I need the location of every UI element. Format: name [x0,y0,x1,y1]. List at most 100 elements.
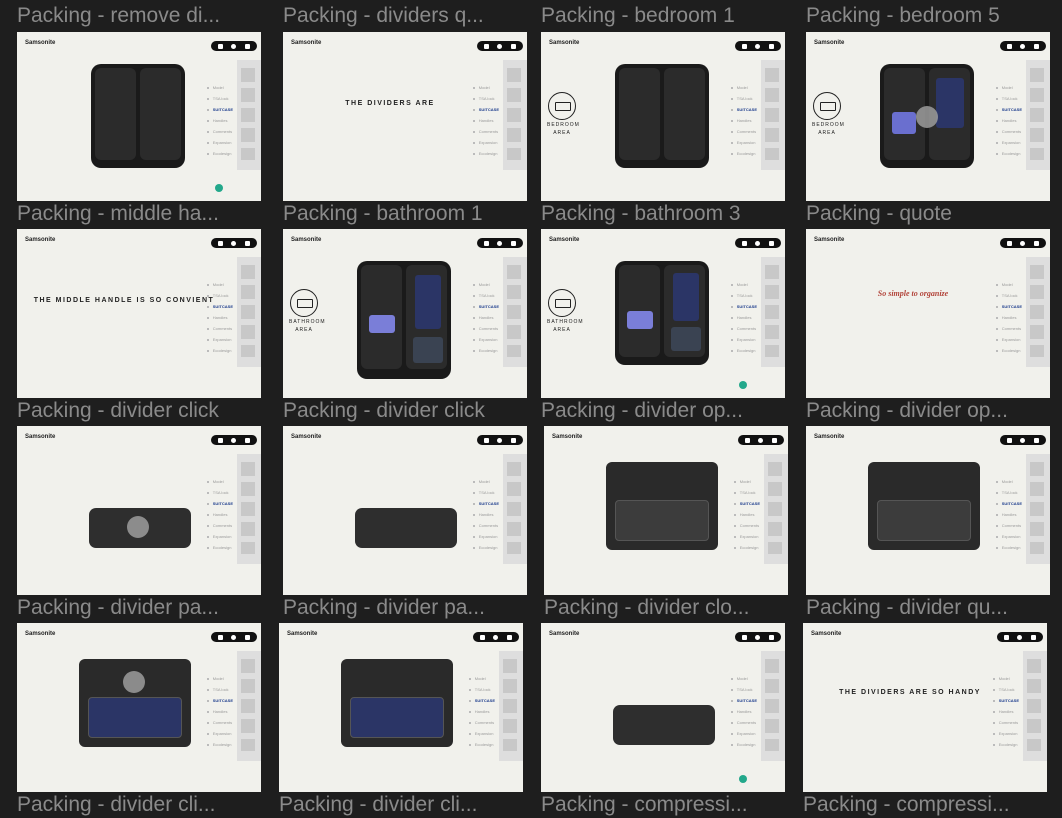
frame-thumbnail[interactable]: Samsonite Model TSA lock SUITCASE Handles Co… [541,229,785,398]
frame-card[interactable]: Samsonite Model TSA lock SUITCASE Handles Co… [279,623,523,816]
frame-label[interactable]: Packing - divider click [17,398,261,424]
nav-item: Model [734,476,760,487]
frame-card[interactable]: Samsonite Model TSA lock SUITCASE Handles Co… [17,426,261,622]
frame-card[interactable]: Samsonite Model TSA lock SUITCASE Handles Co… [17,623,261,816]
bag-icon [244,240,250,246]
side-nav: Model TSA lock SUITCASE Handles Comments Expa… [207,476,233,553]
bookmark-icon [484,43,490,49]
nav-item: Comments [996,323,1022,334]
divider-pouch [355,508,457,548]
frame-card[interactable]: Samsonite Model TSA lock SUITCASE Handles Co… [806,426,1050,622]
frame-label[interactable]: Packing - compressi... [541,792,785,818]
frame-thumbnail[interactable]: Samsonite Model TSA lock SUITCASE Handles Co… [541,32,785,201]
frame-card[interactable]: Samsonite Model TSA lock SUITCASE Handles Co… [806,32,1050,228]
nav-item: Comments [996,126,1022,137]
frame-thumbnail[interactable]: Samsonite Model TSA lock SUITCASE Handles Co… [283,426,527,595]
side-nav: Model TSA lock SUITCASE Handles Comments Expa… [473,279,499,356]
bag-icon [506,634,512,640]
frame-thumbnail[interactable]: Samsonite Model TSA lock SUITCASE Handles Co… [544,426,788,595]
frame-label[interactable]: Packing - divider cli... [279,792,523,818]
frame-thumbnail[interactable]: Samsonite Model TSA lock SUITCASE Handles Co… [283,229,527,398]
frame-thumbnail[interactable]: Samsonite Model TSA lock SUITCASE Handles Co… [17,623,261,792]
frame-label[interactable]: Packing - divider qu... [806,595,1050,621]
nav-item: Expansion [207,137,233,148]
nav-item: TSA lock [473,487,499,498]
gear-icon [493,634,499,640]
frame-label[interactable]: Packing - remove di... [17,3,261,29]
bookmark-icon [1007,437,1013,443]
frame-label[interactable]: Packing - divider cli... [17,792,261,818]
brand-logo: Samsonite [552,434,583,440]
bag-icon [771,437,777,443]
frame-label[interactable]: Packing - bathroom 1 [283,201,527,227]
area-label: AREA [553,327,571,333]
frame-thumbnail[interactable]: Samsonite Model TSA lock SUITCASE Handles Co… [806,32,1050,201]
frame-thumbnail[interactable]: Samsonite Model TSA lock SUITCASE Handles Co… [17,32,261,201]
area-label: BATHROOM [289,319,326,325]
frame-thumbnail[interactable]: Samsonite Model TSA lock SUITCASE Handles Co… [279,623,523,792]
frame-card[interactable]: Samsonite Model TSA lock SUITCASE Handles Co… [541,229,785,425]
nav-item: Comments [207,126,233,137]
nav-item: Handles [207,115,233,126]
bookmark-icon [484,437,490,443]
nav-item: Model [996,476,1022,487]
nav-item: Expansion [993,728,1019,739]
side-graphic [1026,454,1050,564]
nav-item: Handles [731,706,757,717]
frame-card[interactable]: Samsonite Model TSA lock SUITCASE Handles Co… [283,229,527,425]
side-graphic [764,454,788,564]
nav-item: TSA lock [731,290,757,301]
frame-card[interactable]: Samsonite Model TSA lock SUITCASE Handles Co… [17,32,261,228]
frame-label[interactable]: Packing - bedroom 5 [806,3,1050,29]
side-graphic [761,257,785,367]
brand-logo: Samsonite [814,237,845,243]
frame-thumbnail[interactable]: Samsonite Model TSA lock SUITCASE Handles Co… [806,426,1050,595]
folded-clothes [369,315,395,333]
frame-label[interactable]: Packing - compressi... [803,792,1047,818]
bed-icon [813,92,841,120]
frame-label[interactable]: Packing - quote [806,201,1050,227]
frame-thumbnail[interactable]: Samsonite Model TSA lock SUITCASE Handles Co… [806,229,1050,398]
nav-item: Expansion [734,531,760,542]
area-label: BEDROOM [812,122,845,128]
bookmark-icon [1007,43,1013,49]
nav-item: Model [993,673,1019,684]
frame-card[interactable]: Samsonite Model TSA lock SUITCASE Handles Co… [541,623,785,816]
toolbar [1000,41,1046,51]
frame-label[interactable]: Packing - bathroom 3 [541,201,785,227]
frame-label[interactable]: Packing - divider pa... [17,595,261,621]
frame-thumbnail[interactable]: Samsonite Model TSA lock SUITCASE Handles Co… [541,623,785,792]
gear-icon [231,634,237,640]
frame-label[interactable]: Packing - divider op... [541,398,785,424]
tap-indicator [123,671,145,693]
frame-thumbnail[interactable]: Samsonite Model TSA lock SUITCASE Handles Co… [17,426,261,595]
frame-card[interactable]: Samsonite Model TSA lock SUITCASE Handles Co… [283,426,527,622]
frame-thumbnail[interactable]: Samsonite Model TSA lock SUITCASE Handles Co… [17,229,261,398]
nav-item: TSA lock [207,684,233,695]
frame-label[interactable]: Packing - middle ha... [17,201,261,227]
frame-label[interactable]: Packing - divider op... [806,398,1050,424]
toolbar [473,632,519,642]
brand-logo: Samsonite [814,40,845,46]
nav-item: Ecodesign [469,739,495,750]
frame-thumbnail[interactable]: Samsonite Model TSA lock SUITCASE Handles Co… [283,32,527,201]
frame-card[interactable]: Samsonite Model TSA lock SUITCASE Handles Co… [803,623,1047,816]
frame-label[interactable]: Packing - divider pa... [283,595,527,621]
frame-card[interactable]: Samsonite Model TSA lock SUITCASE Handles Co… [544,426,788,622]
nav-item: Model [473,279,499,290]
side-graphic [761,651,785,761]
frame-card[interactable]: Samsonite Model TSA lock SUITCASE Handles Co… [283,32,527,228]
frame-card[interactable]: Samsonite Model TSA lock SUITCASE Handles Co… [806,229,1050,425]
frame-card[interactable]: Samsonite Model TSA lock SUITCASE Handles Co… [17,229,261,425]
nav-item: Model [207,673,233,684]
frame-label[interactable]: Packing - divider click [283,398,527,424]
brand-logo: Samsonite [25,237,56,243]
frame-label[interactable]: Packing - dividers q... [283,3,527,29]
frame-label[interactable]: Packing - bedroom 1 [541,3,785,29]
frame-label[interactable]: Packing - divider clo... [544,595,788,621]
side-nav: Model TSA lock SUITCASE Handles Comments Expa… [207,279,233,356]
frame-card[interactable]: Samsonite Model TSA lock SUITCASE Handles Co… [541,32,785,228]
brand-logo: Samsonite [549,237,580,243]
frame-thumbnail[interactable]: Samsonite Model TSA lock SUITCASE Handles Co… [803,623,1047,792]
brand-logo: Samsonite [549,40,580,46]
